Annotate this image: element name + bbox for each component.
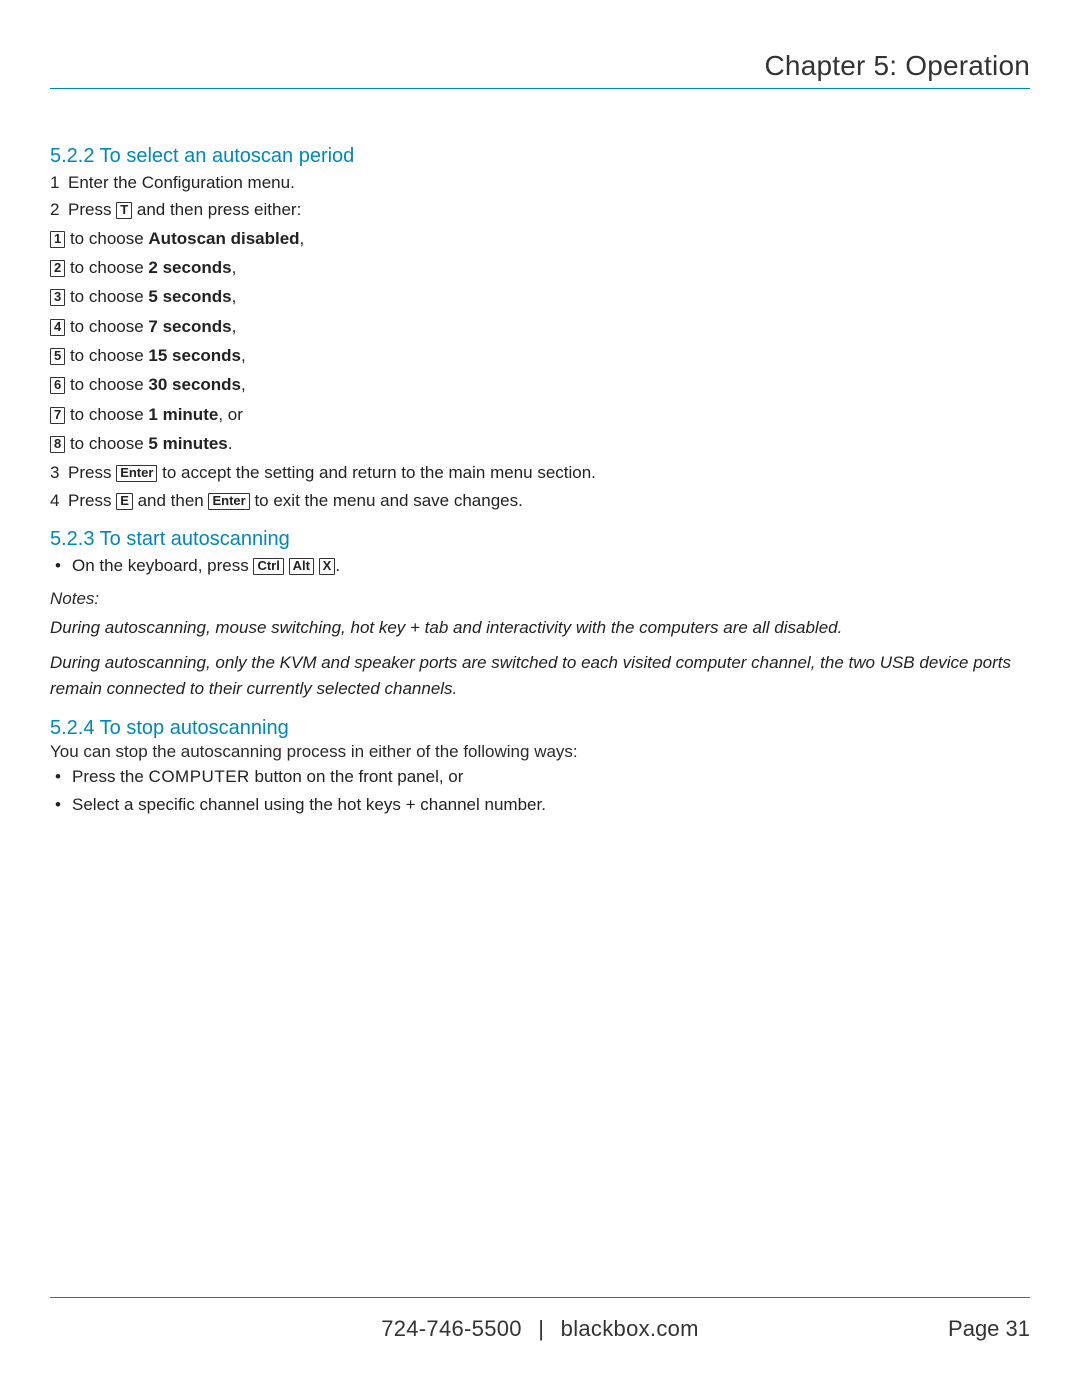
footer-site: blackbox.com bbox=[561, 1316, 699, 1341]
heading-5-2-3: 5.2.3 To start autoscanning bbox=[50, 528, 1030, 551]
step-number: 2 bbox=[50, 197, 68, 223]
step-4: 4Press E and then Enter to exit the menu… bbox=[50, 488, 1030, 514]
option-6: 6 to choose 30 seconds, bbox=[50, 372, 1030, 398]
note-1: During autoscanning, mouse switching, ho… bbox=[50, 615, 1030, 641]
key-enter: Enter bbox=[116, 465, 157, 482]
key-alt: Alt bbox=[289, 558, 314, 575]
step-1: 1Enter the Configuration menu. bbox=[50, 170, 1030, 196]
header-rule: Chapter 5: Operation bbox=[50, 50, 1030, 89]
key-5: 5 bbox=[50, 348, 65, 365]
step-number: 1 bbox=[50, 170, 68, 196]
option-2: 2 to choose 2 seconds, bbox=[50, 255, 1030, 281]
step-text-post: and then press either: bbox=[132, 200, 301, 219]
option-5: 5 to choose 15 seconds, bbox=[50, 343, 1030, 369]
step-number: 4 bbox=[50, 488, 68, 514]
option-3: 3 to choose 5 seconds, bbox=[50, 284, 1030, 310]
notes-label: Notes: bbox=[50, 589, 1030, 609]
key-e: E bbox=[116, 493, 133, 510]
key-x: X bbox=[319, 558, 336, 575]
key-4: 4 bbox=[50, 319, 65, 336]
key-enter: Enter bbox=[208, 493, 249, 510]
option-4: 4 to choose 7 seconds, bbox=[50, 314, 1030, 340]
key-6: 6 bbox=[50, 377, 65, 394]
computer-button-label: COMPUTER bbox=[149, 767, 250, 786]
step-text: Enter the Configuration menu. bbox=[68, 173, 295, 192]
heading-5-2-2: 5.2.2 To select an autoscan period bbox=[50, 145, 1030, 168]
key-1: 1 bbox=[50, 231, 65, 248]
section-5-2-2: 5.2.2 To select an autoscan period 1Ente… bbox=[50, 145, 1030, 514]
key-t: T bbox=[116, 202, 132, 219]
key-ctrl: Ctrl bbox=[253, 558, 283, 575]
option-1: 1 to choose Autoscan disabled, bbox=[50, 226, 1030, 252]
stop-bullet-1: Press the COMPUTER button on the front p… bbox=[50, 764, 1030, 790]
footer-phone: 724-746-5500 bbox=[381, 1316, 522, 1341]
key-7: 7 bbox=[50, 407, 65, 424]
step-text-pre: Press bbox=[68, 200, 116, 219]
step-2: 2Press T and then press either: bbox=[50, 197, 1030, 223]
stop-intro: You can stop the autoscanning process in… bbox=[50, 742, 1030, 762]
option-7: 7 to choose 1 minute, or bbox=[50, 402, 1030, 428]
note-2: During autoscanning, only the KVM and sp… bbox=[50, 650, 1030, 703]
step-number: 3 bbox=[50, 460, 68, 486]
footer-separator: | bbox=[538, 1316, 544, 1341]
stop-bullet-2: Select a specific channel using the hot … bbox=[50, 792, 1030, 818]
heading-5-2-4: 5.2.4 To stop autoscanning bbox=[50, 717, 1030, 740]
chapter-title: Chapter 5: Operation bbox=[50, 50, 1030, 82]
option-8: 8 to choose 5 minutes. bbox=[50, 431, 1030, 457]
footer-center: 724-746-5500 | blackbox.com bbox=[50, 1316, 1030, 1342]
step-3: 3Press Enter to accept the setting and r… bbox=[50, 460, 1030, 486]
key-2: 2 bbox=[50, 260, 65, 277]
key-3: 3 bbox=[50, 289, 65, 306]
start-autoscan-bullet: On the keyboard, press Ctrl Alt X. bbox=[50, 553, 1030, 579]
key-8: 8 bbox=[50, 436, 65, 453]
footer: 724-746-5500 | blackbox.com Page 31 bbox=[50, 1297, 1030, 1342]
